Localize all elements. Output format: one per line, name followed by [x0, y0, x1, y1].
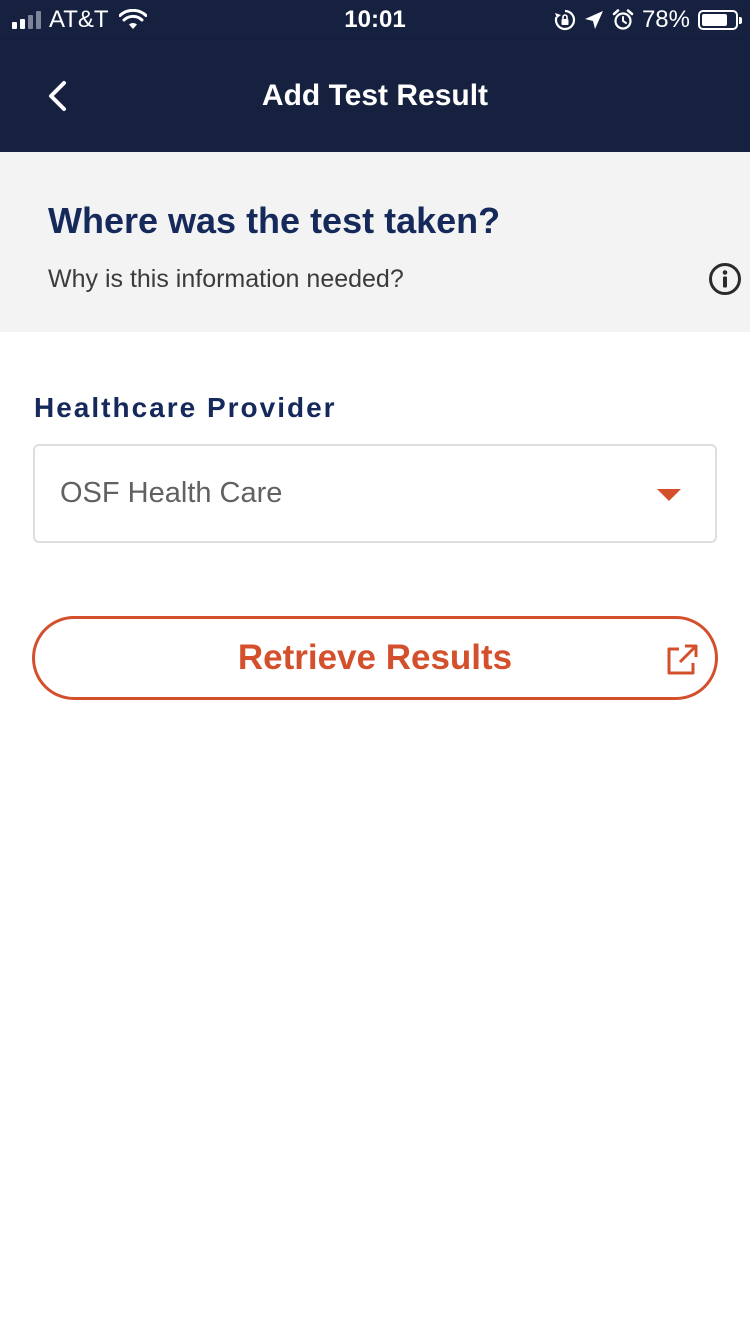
orientation-lock-icon — [554, 9, 576, 31]
caret-down-icon — [657, 489, 681, 501]
battery-percent: 78% — [641, 6, 690, 33]
info-icon[interactable] — [708, 262, 742, 296]
healthcare-provider-label: Healthcare Provider — [34, 392, 337, 423]
healthcare-provider-value: OSF Health Care — [60, 477, 283, 509]
external-link-icon — [667, 644, 698, 675]
nav-bar: Add Test Result — [0, 40, 750, 152]
chevron-left-icon — [49, 81, 66, 111]
battery-fill — [702, 14, 727, 26]
page-title: Add Test Result — [261, 79, 489, 112]
back-button[interactable] — [30, 68, 86, 124]
retrieve-results-button[interactable]: Retrieve Results — [32, 616, 718, 700]
status-bar: AT&T 10:01 78% — [0, 0, 750, 40]
status-right: 78% — [554, 6, 742, 34]
why-info-link[interactable]: Why is this information needed? — [48, 262, 404, 296]
why-row[interactable]: Why is this information needed? — [48, 262, 742, 296]
retrieve-results-label: Retrieve Results — [237, 638, 513, 677]
alarm-icon — [612, 9, 634, 30]
location-icon — [584, 11, 603, 29]
question-panel: Where was the test taken? Why is this in… — [0, 152, 750, 332]
battery-icon — [698, 10, 742, 30]
question-title: Where was the test taken? — [48, 200, 501, 241]
healthcare-provider-select[interactable]: OSF Health Care — [33, 444, 717, 543]
